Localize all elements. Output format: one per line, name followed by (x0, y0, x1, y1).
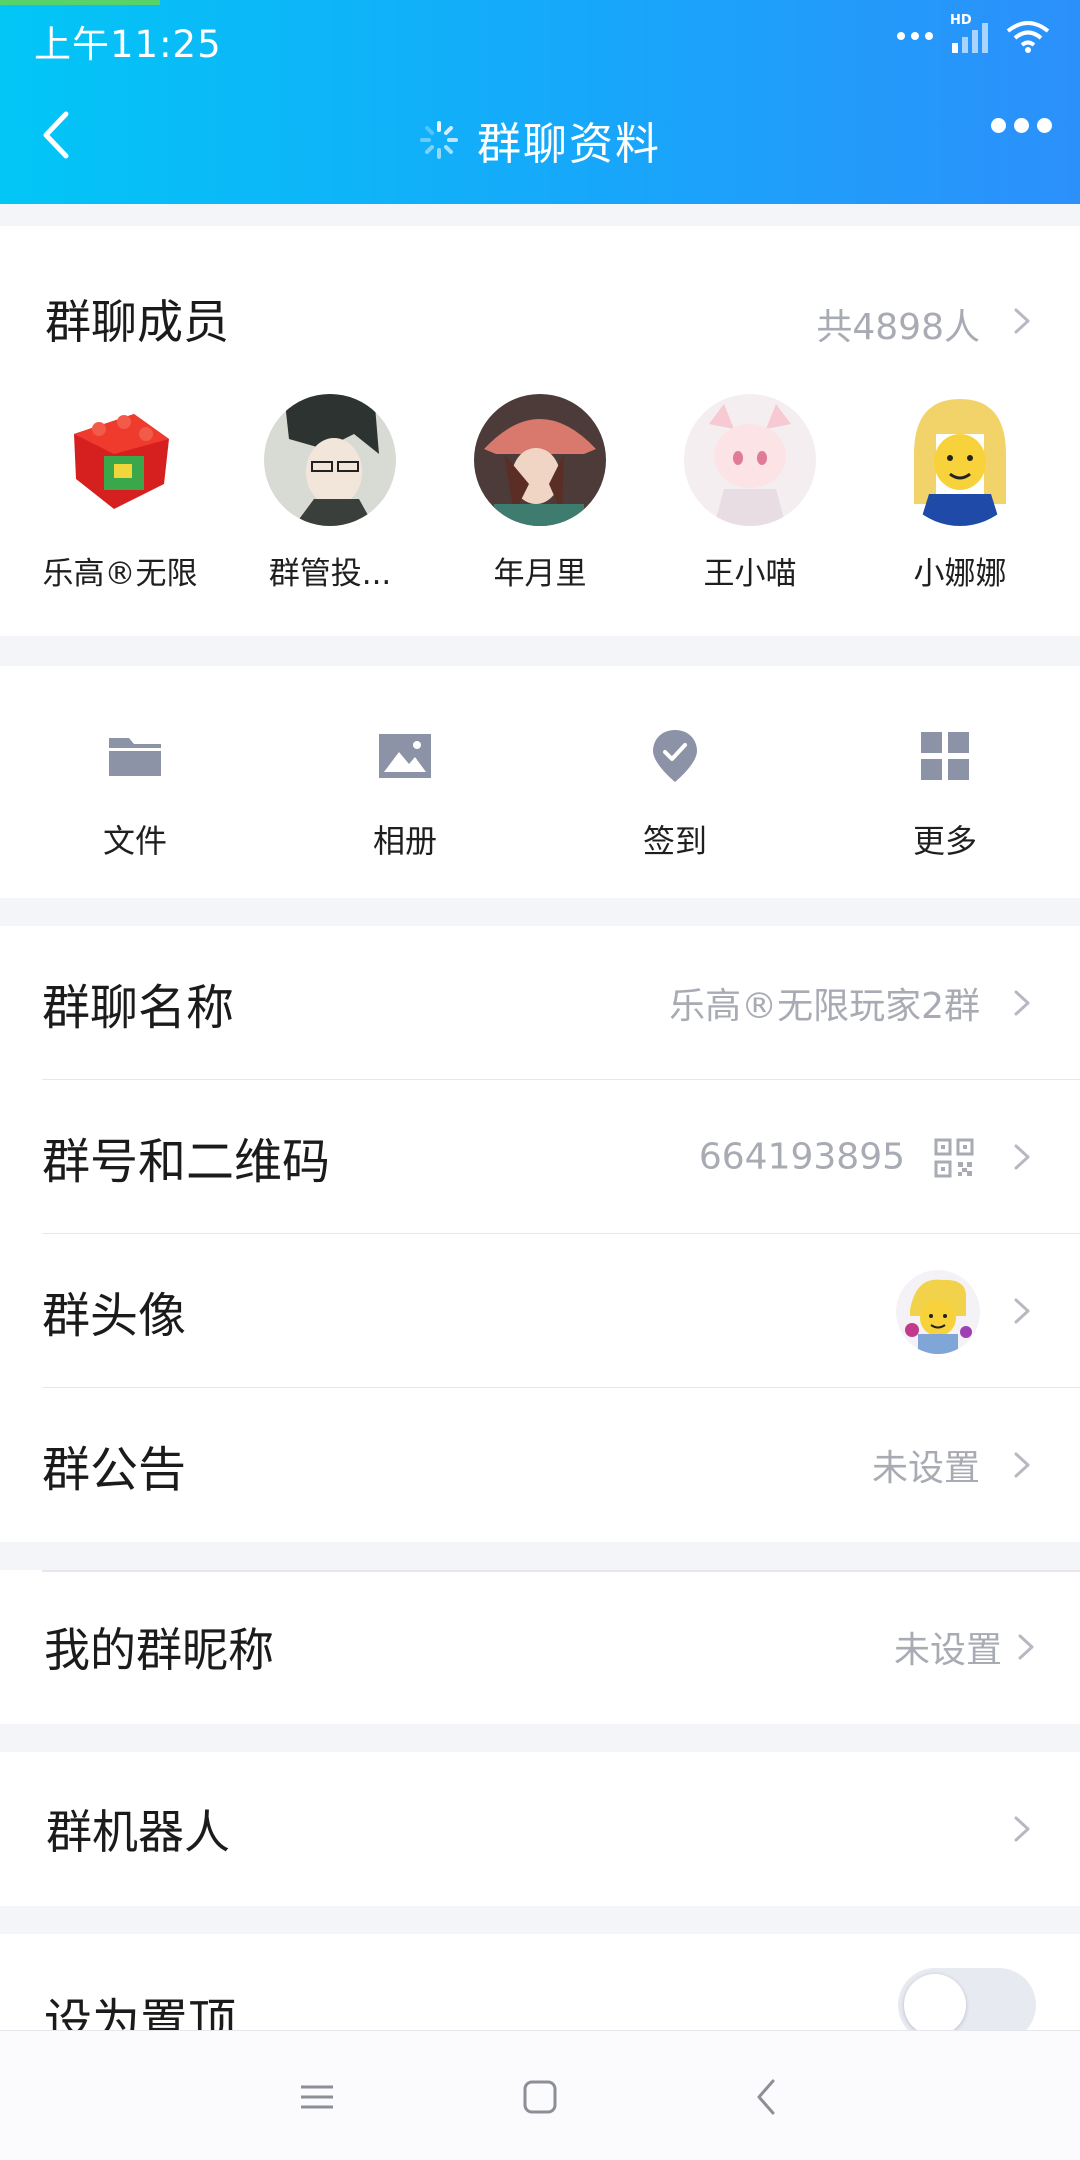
member-item[interactable]: 乐高®无限 (20, 394, 220, 593)
home-icon[interactable] (518, 2075, 562, 2119)
tool-label: 更多 (912, 822, 977, 860)
loading-spinner-icon (420, 121, 458, 159)
row-label: 我的群昵称 (44, 1623, 274, 1677)
folder-icon (109, 738, 161, 776)
bot-card: 群机器人 (0, 1752, 1080, 1906)
members-heading: 群聊成员 (45, 295, 229, 349)
avatar (54, 394, 186, 526)
member-item[interactable]: 王小喵 (650, 394, 850, 593)
group-name-row[interactable]: 群聊名称 乐高®无限玩家2群 (0, 926, 1080, 1080)
checkin-icon (653, 730, 697, 782)
grid-icon (921, 732, 969, 780)
system-nav-bar (0, 2030, 1080, 2160)
status-icons: HD (896, 13, 1050, 58)
app-header: 上午11:25 HD 群聊资料 (0, 0, 1080, 204)
row-value: 未设置 (893, 1630, 1002, 1671)
row-label: 群号和二维码 (42, 1134, 331, 1190)
nickname-card: 我的群昵称 未设置 (0, 1570, 1080, 1724)
row-label: 群聊名称 (42, 980, 235, 1036)
member-name: 年月里 (493, 556, 587, 592)
members-count: 共4898人 (816, 307, 980, 348)
toggle-knob (904, 1974, 966, 2036)
member-name: 群管投... (268, 556, 392, 592)
tool-label: 相册 (372, 822, 437, 860)
image-icon (379, 734, 431, 778)
tool-label: 文件 (102, 822, 167, 860)
chevron-right-icon (1014, 1144, 1030, 1170)
tool-files[interactable]: 文件 (35, 726, 235, 862)
tool-more[interactable]: 更多 (845, 726, 1045, 862)
avatar (684, 394, 816, 526)
group-settings-card: 群聊名称 乐高®无限玩家2群 群号和二维码 664193895 群头像 群公告 … (0, 926, 1080, 1542)
group-id-row[interactable]: 群号和二维码 664193895 (0, 1080, 1080, 1234)
tool-album[interactable]: 相册 (305, 726, 505, 862)
row-label: 群头像 (42, 1288, 187, 1344)
member-name: 小娜娜 (913, 556, 1007, 592)
member-item[interactable]: 年月里 (440, 394, 640, 593)
back-icon[interactable] (745, 2075, 789, 2119)
member-list: 乐高®无限 群管投... 年月里 王小喵 小娜娜 (0, 394, 1080, 594)
avatar (894, 394, 1026, 526)
row-label: 群公告 (42, 1442, 187, 1498)
hd-tag: HD (950, 13, 972, 28)
tool-label: 签到 (642, 822, 707, 860)
row-value: 664193895 (698, 1136, 905, 1178)
wifi-icon (1006, 21, 1050, 53)
progress-strip (0, 0, 160, 5)
status-time: 上午11:25 (34, 23, 222, 66)
announcement-row[interactable]: 群公告 未设置 (0, 1388, 1080, 1542)
member-item[interactable]: 小娜娜 (860, 394, 1060, 593)
tools-card: 文件 相册 签到 更多 (0, 666, 1080, 898)
chevron-right-icon (1014, 1452, 1030, 1478)
title-area: 群聊资料 (0, 108, 1080, 172)
chevron-right-icon (1018, 1634, 1034, 1660)
page-title: 群聊资料 (477, 119, 661, 170)
member-name: 乐高®无限 (42, 556, 198, 592)
menu-icon[interactable] (295, 2075, 339, 2119)
row-value: 乐高®无限玩家2群 (669, 986, 980, 1027)
group-avatar-row[interactable]: 群头像 (0, 1234, 1080, 1388)
chevron-right-icon (1014, 308, 1030, 334)
group-bot-row[interactable]: 群机器人 (0, 1752, 1080, 1906)
member-name: 王小喵 (703, 556, 797, 592)
chevron-right-icon (1014, 1816, 1030, 1842)
qr-code-icon (934, 1138, 974, 1178)
members-card[interactable]: 群聊成员 共4898人 乐高®无限 群管投... 年月里 王小喵 小娜娜 (0, 226, 1080, 636)
member-item[interactable]: 群管投... (230, 394, 430, 593)
group-avatar (896, 1270, 980, 1354)
dots-icon (897, 32, 933, 40)
chevron-right-icon (1014, 990, 1030, 1016)
row-label: 群机器人 (46, 1805, 230, 1859)
avatar (264, 394, 396, 526)
signal-icon: HD (950, 13, 992, 53)
more-options-button[interactable] (991, 118, 1052, 133)
row-value: 未设置 (871, 1448, 980, 1489)
tool-checkin[interactable]: 签到 (575, 726, 775, 862)
chevron-right-icon (1014, 1298, 1030, 1324)
avatar (474, 394, 606, 526)
my-nickname-row[interactable]: 我的群昵称 未设置 (0, 1570, 1080, 1724)
